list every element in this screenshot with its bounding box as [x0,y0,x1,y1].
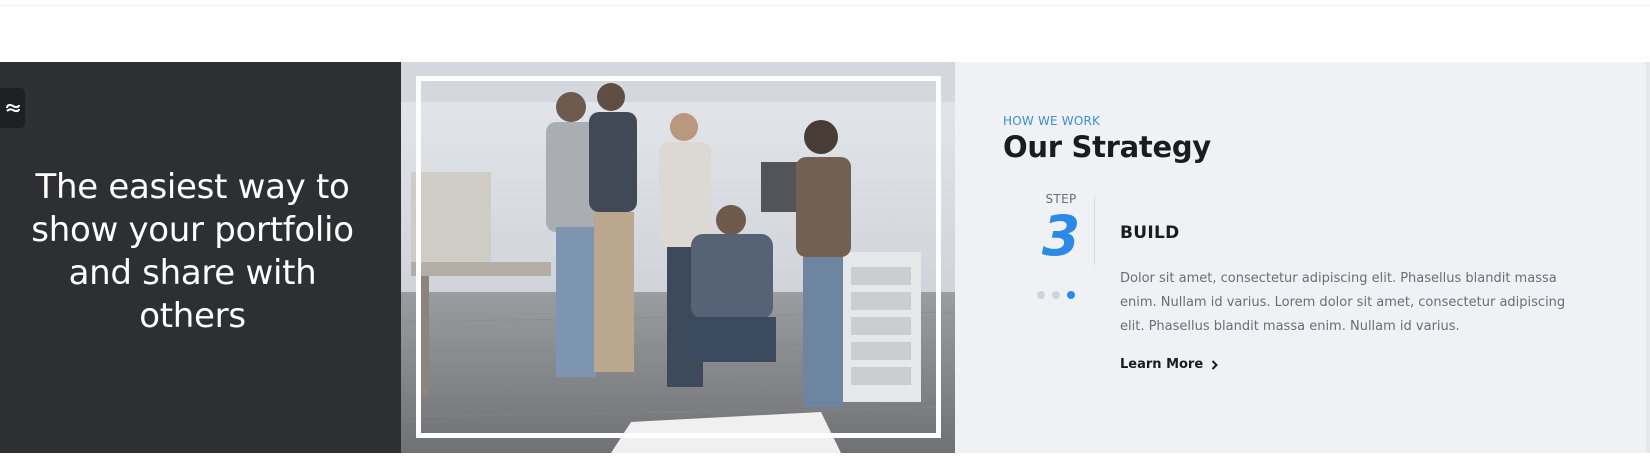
section-overline: HOW WE WORK [1003,114,1101,128]
section-title: Our Strategy [1003,130,1211,164]
photo-frame [416,76,941,438]
step-divider [1094,197,1095,265]
step-dot-3[interactable] [1067,291,1075,299]
strategy-panel: HOW WE WORK Our Strategy STEP 3 BUILD Do… [955,62,1650,453]
hero-panel: The easiest way to show your portfolio a… [0,62,401,453]
learn-more-link[interactable]: Learn More [1120,357,1219,372]
scrollbar[interactable] [1646,62,1650,453]
hero-tagline: The easiest way to show your portfolio a… [31,167,354,336]
step-dot-1[interactable] [1037,291,1045,299]
step-dot-2[interactable] [1052,291,1060,299]
step-title: BUILD [1120,223,1180,243]
link-icon [5,103,20,113]
step-description: Dolor sit amet, consectetur adipiscing e… [1120,271,1566,334]
strategy-section: The easiest way to show your portfolio a… [0,62,1650,453]
step-number: 3 [1041,204,1081,268]
learn-more-label: Learn More [1120,357,1204,372]
chevron-right-icon [1211,359,1219,370]
team-photo [401,62,955,453]
step-indicator: STEP 3 [1035,192,1087,264]
side-tab[interactable] [0,88,25,128]
step-pagination [1037,291,1075,299]
top-divider [0,5,1650,6]
